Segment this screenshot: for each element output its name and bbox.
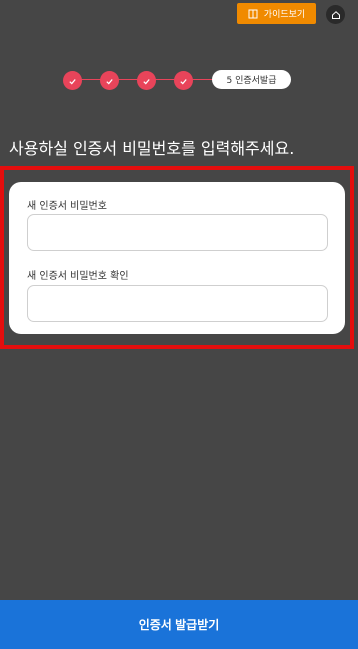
- progress-stepper: 5 인증서발급: [63, 69, 293, 91]
- home-icon: [331, 5, 341, 24]
- step-5-current: 5 인증서발급: [212, 70, 291, 89]
- guide-button[interactable]: 가이드보기: [237, 3, 316, 24]
- step-4-done: [174, 71, 193, 90]
- check-icon: [179, 71, 188, 90]
- check-icon: [68, 71, 77, 90]
- step-3-done: [137, 71, 156, 90]
- home-button[interactable]: [326, 5, 345, 24]
- page-heading: 사용하실 인증서 비밀번호를 입력해주세요.: [9, 139, 295, 158]
- book-icon: [248, 9, 258, 19]
- top-bar: 가이드보기: [0, 3, 358, 25]
- highlight-frame: [0, 166, 354, 349]
- step-1-done: [63, 71, 82, 90]
- step-2-done: [100, 71, 119, 90]
- check-icon: [105, 71, 114, 90]
- issue-certificate-button[interactable]: 인증서 발급받기: [0, 600, 358, 649]
- check-icon: [142, 71, 151, 90]
- guide-button-label: 가이드보기: [263, 10, 306, 20]
